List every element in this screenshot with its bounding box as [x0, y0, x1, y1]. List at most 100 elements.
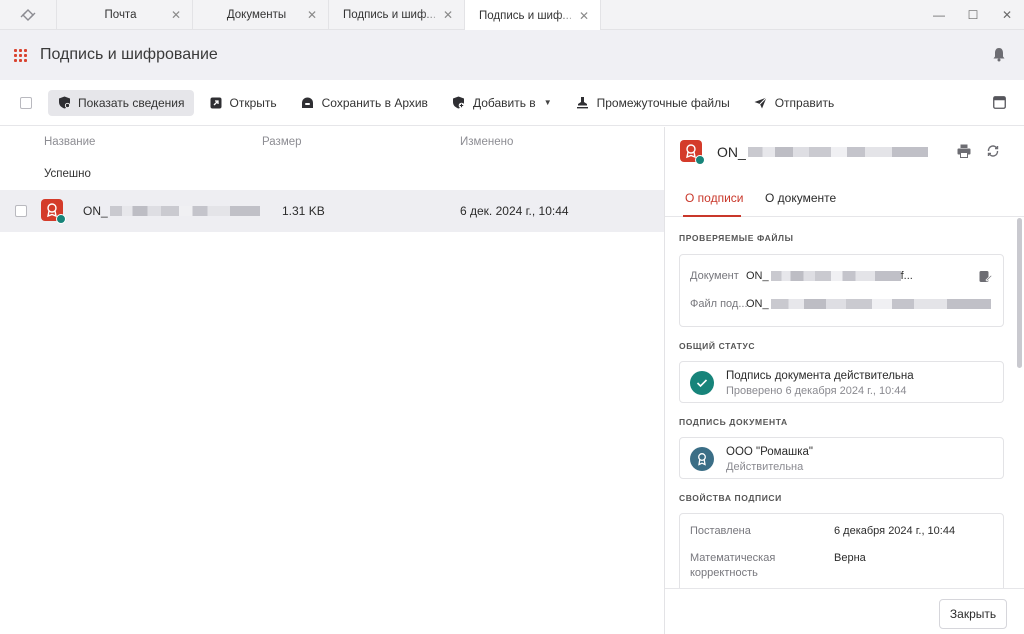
file-name-text: ON_ [83, 204, 108, 218]
tab-label: Почта [104, 9, 137, 21]
panel-content[interactable]: ПРОВЕРЯЕМЫЕ ФАЙЛЫ Документ ON_ f... Файл… [665, 218, 1024, 588]
close-icon[interactable]: ✕ [578, 9, 590, 23]
tab-label: Подпись и шиф... [343, 9, 437, 21]
open-external-icon [209, 96, 223, 110]
toolbar: Показать сведения Открыть Сохранить в Ар… [0, 80, 1024, 126]
math-label-line2: корректность [690, 567, 758, 579]
app-header: Подпись и шифрование [0, 30, 1024, 80]
edit-document-icon[interactable] [979, 270, 992, 283]
placed-value: 6 декабря 2024 г., 10:44 [834, 525, 956, 537]
column-header-size[interactable]: Размер [262, 136, 302, 148]
send-icon [754, 96, 768, 110]
add-shield-icon [452, 96, 466, 110]
redacted-text [747, 147, 928, 157]
signer-name: ООО "Ромашка" [726, 446, 813, 458]
details-shield-icon [57, 96, 71, 110]
active-tab-indicator [683, 215, 741, 217]
tab-signature-2[interactable]: Подпись и шиф... ✕ [465, 0, 601, 31]
add-to-label: Добавить в [472, 95, 536, 110]
show-details-button[interactable]: Показать сведения [48, 89, 194, 116]
section-title-files: ПРОВЕРЯЕМЫЕ ФАЙЛЫ [679, 233, 794, 243]
redacted-text [109, 206, 260, 216]
file-name: ON_ [83, 204, 260, 218]
panel-tabs: О подписи О документе [665, 177, 1024, 217]
redacted-text [770, 299, 991, 309]
signature-file-label: Файл под... [690, 298, 748, 310]
apps-grid-icon[interactable] [14, 48, 27, 62]
column-headers: Название Размер Изменено [0, 127, 664, 157]
caret-down-icon: ▼ [543, 98, 552, 107]
show-details-label: Показать сведения [78, 95, 185, 110]
files-card: Документ ON_ f... Файл под... ON_ [679, 254, 1004, 327]
intermediate-files-label: Промежуточные файлы [596, 95, 730, 110]
maximize-icon[interactable]: ☐ [956, 8, 990, 22]
refresh-icon[interactable] [986, 144, 1000, 158]
verified-badge-icon [695, 155, 705, 165]
archive-icon [301, 96, 315, 110]
close-icon[interactable]: ✕ [306, 8, 318, 22]
document-value-text: ON_ [746, 270, 769, 282]
app-logo-icon [20, 9, 36, 21]
check-circle-icon [690, 371, 714, 395]
open-button[interactable]: Открыть [200, 90, 286, 116]
tab-label: Подпись и шиф... [479, 9, 573, 22]
file-modified: 6 дек. 2024 г., 10:44 [460, 204, 569, 218]
select-all-checkbox[interactable] [20, 96, 32, 109]
page-title: Подпись и шифрование [40, 46, 218, 63]
panel-scrollbar[interactable] [1017, 218, 1022, 368]
panel-header: ON_ [665, 127, 1024, 177]
column-header-modified[interactable]: Изменено [460, 136, 513, 148]
section-title-doc-signature: ПОДПИСЬ ДОКУМЕНТА [679, 417, 788, 427]
panel-footer: Закрыть [665, 588, 1024, 634]
row-checkbox[interactable] [15, 205, 27, 217]
print-icon[interactable] [957, 144, 971, 158]
panel-layout-icon[interactable] [993, 96, 1006, 109]
signer-card[interactable]: ООО "Ромашка" Действительна [679, 437, 1004, 479]
signed-document-icon [680, 140, 705, 165]
app-logo[interactable] [0, 0, 57, 30]
stamp-icon [576, 96, 590, 110]
table-row[interactable]: ON_ 1.31 KB 6 дек. 2024 г., 10:44 [0, 190, 664, 232]
signature-file-value-text: ON_ [746, 298, 769, 310]
close-icon[interactable]: ✕ [170, 8, 182, 22]
send-button[interactable]: Отправить [745, 90, 844, 116]
tab-bar: Почта ✕ Документы ✕ Подпись и шиф... ✕ П… [0, 0, 1024, 31]
tab-label: Документы [226, 9, 287, 21]
save-archive-label: Сохранить в Архив [321, 95, 428, 110]
column-header-name[interactable]: Название [44, 136, 95, 148]
placed-label: Поставлена [690, 525, 751, 537]
verified-badge-icon [56, 214, 66, 224]
window-controls: — ☐ ✕ [922, 0, 1024, 30]
math-label-line1: Математическая [690, 552, 776, 564]
math-value: Верна [834, 552, 866, 564]
bell-icon[interactable] [992, 47, 1006, 62]
send-label: Отправить [774, 95, 835, 110]
add-to-button[interactable]: Добавить в ▼ [443, 90, 561, 116]
status-main: Подпись документа действительна [726, 370, 914, 382]
close-button[interactable]: Закрыть [939, 599, 1007, 629]
open-label: Открыть [229, 95, 277, 110]
intermediate-files-button[interactable]: Промежуточные файлы [567, 90, 739, 116]
close-icon[interactable]: ✕ [442, 8, 454, 22]
signed-file-icon [41, 199, 66, 224]
file-size: 1.31 KB [282, 204, 325, 218]
document-value: ON_ f... [746, 270, 913, 282]
window-close-icon[interactable]: ✕ [990, 8, 1024, 22]
panel-title: ON_ [717, 144, 928, 160]
signer-state: Действительна [726, 461, 804, 473]
tab-documents[interactable]: Документы ✕ [193, 0, 329, 30]
minimize-icon[interactable]: — [922, 8, 956, 22]
status-sub: Проверено 6 декабря 2024 г., 10:44 [726, 385, 907, 397]
tab-mail[interactable]: Почта ✕ [57, 0, 193, 30]
panel-title-text: ON_ [717, 144, 746, 160]
details-panel: ON_ О подписи О документе ПРОВЕРЯЕМЫЕ ФА… [664, 127, 1024, 634]
file-list: Название Размер Изменено Успешно ON_ 1.3… [0, 127, 664, 634]
tab-about-document[interactable]: О документе [765, 191, 836, 205]
properties-card: Поставлена 6 декабря 2024 г., 10:44 Мате… [679, 513, 1004, 588]
document-value-suffix: f... [900, 270, 913, 282]
save-archive-button[interactable]: Сохранить в Архив [292, 90, 437, 116]
redacted-text [770, 271, 901, 281]
tab-signature-1[interactable]: Подпись и шиф... ✕ [329, 0, 465, 30]
section-title-status: ОБЩИЙ СТАТУС [679, 341, 756, 351]
tab-about-signature[interactable]: О подписи [685, 191, 743, 205]
